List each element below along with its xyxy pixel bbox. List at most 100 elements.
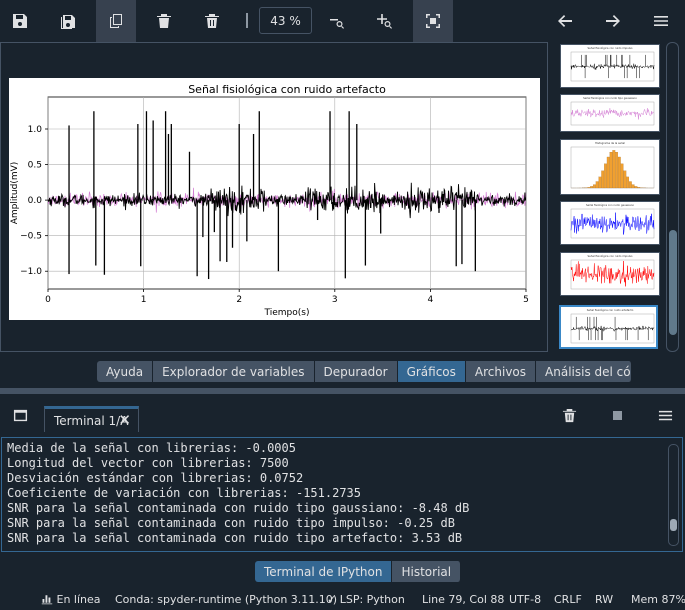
console-line: SNR para la señal contaminada con ruido … [7,531,463,545]
thumbnail-chart: Señal fisiológica con ruido tipo gaussia… [570,96,655,126]
x-tick-label: 3 [332,295,338,305]
console-output: Media de la señal con librerias: -0.0005… [7,441,657,546]
save-plot-button[interactable] [0,0,40,42]
console-line: SNR para la señal contaminada con ruido … [7,516,455,530]
arrow-right-icon [606,15,620,27]
pane-tab-bar: Ayuda Explorador de variables Depurador Grá… [97,361,633,382]
cursor-position: Line 79, Col 88 [422,593,505,606]
console-options-button[interactable] [653,403,677,427]
thumbnails-scrollbar-handle[interactable] [669,230,677,335]
lsp-status[interactable]: ✓ LSP: Python [327,593,405,606]
line-endings: CRLF [554,593,582,606]
tab-terminal-1a[interactable]: Terminal 1/A ✕ [44,406,139,432]
plot-thumbnail[interactable]: Señal fisiológica con ruido artefacto [559,305,658,349]
histogram-bar [595,181,599,189]
histogram-bar [623,170,627,189]
console-browse-tabs-button[interactable] [8,403,32,427]
thumbnails-scrollbar[interactable] [666,42,679,352]
remove-all-plots-button[interactable] [192,0,232,42]
connection-status: En línea [41,593,101,606]
x-tick-label: 1 [141,295,147,305]
zoom-level-field[interactable]: 43 % [259,7,312,34]
histogram-bar [631,184,635,189]
thumbnail-title: Señal fisiológica con ruido tipo gaussia… [583,96,637,100]
console-line: Desviación estándar con librerias: 0.075… [7,471,304,485]
tab-ayuda[interactable]: Ayuda [97,361,154,382]
hamburger-menu-icon [654,16,668,26]
plot-thumbnail[interactable]: Señal fisiológica con ruido impulso [560,252,660,296]
x-tick-label: 2 [236,295,242,305]
thumbnail-title: Histograma de la señal [595,141,625,145]
axes-frame [47,96,527,290]
plot-thumbnail[interactable]: Señal fisiológica con ruido impulso [560,44,660,88]
tab-historial[interactable]: Historial [392,561,462,582]
tab-analisis-del-codigo[interactable]: Análisis del código [536,361,633,382]
arrow-left-icon [558,15,572,27]
trash-icon [157,14,171,28]
console-line: Media de la señal con librerias: -0.0005 [7,441,296,455]
histogram-bar [626,176,629,189]
x-axis-label: Tiempo(s) [264,308,310,318]
zoom-in-button[interactable] [365,0,405,42]
fit-to-pane-icon [426,14,440,28]
tab-terminal-de-ipython[interactable]: Terminal de IPython [255,561,393,582]
next-plot-button[interactable] [593,0,633,42]
y-tick-label: −1.0 [20,267,42,277]
histogram-bar [615,152,618,189]
fit-plot-button[interactable] [413,0,453,42]
console-scrollbar[interactable] [668,444,679,546]
toolbar-separator [246,13,248,28]
thumbnail-title: Señal fisiológica con ruido artefacto [587,308,634,312]
tab-explorador-de-variables[interactable]: Explorador de variables [153,361,315,382]
conda-env-status[interactable]: Conda: spyder-runtime (Python 3.11.10) [115,593,337,606]
stop-icon [612,410,622,420]
console-header: Terminal 1/A ✕ [0,394,685,437]
tab-archivos[interactable]: Archivos [465,361,537,382]
previous-plot-button[interactable] [545,0,585,42]
thumbnail-chart: Histograma de la señal [570,141,655,189]
histogram-bar [634,186,638,189]
file-encoding: UTF-8 [509,593,542,606]
histogram-bar [609,152,613,189]
ipython-console[interactable]: Media de la señal con librerias: -0.0005… [1,437,683,552]
console-tab-bar: Terminal de IPython Historial [255,561,462,582]
y-tick-label: −0.5 [20,232,42,242]
remove-variables-button[interactable] [557,403,581,427]
console-line: SNR para la señal contaminada con ruido … [7,501,470,515]
plot-thumbnails: Señal fisiológica con ruido impulso Señal… [556,42,662,352]
console-scrollbar-handle[interactable] [670,519,677,531]
remove-plot-button[interactable] [144,0,184,42]
plot-thumbnail[interactable]: Histograma de la señal [560,139,660,195]
console-line: Longitud del vector con librerias: 7500 [7,456,289,470]
close-icon[interactable]: ✕ [118,411,131,429]
zoom-out-icon [330,19,344,29]
thumbnail-title: Señal fisiológica con ruido impulso [588,46,633,50]
tab-graficos[interactable]: Gráficos [397,361,466,382]
histogram-bar [598,176,602,189]
x-tick-label: 5 [523,295,529,305]
copy-plot-button[interactable] [96,0,136,42]
plot-thumbnail[interactable]: Señal fisiológica con ruido gaussiano [560,201,660,245]
plots-pane: Señal fisiológica con ruido artefacto 0 1 2… [0,42,685,354]
online-status-label: En línea [56,593,101,606]
thumbnail-chart: Señal fisiológica con ruido impulso [570,254,655,290]
interrupt-kernel-button[interactable] [605,403,629,427]
thumbnail-chart: Señal fisiológica con ruido artefacto [570,308,655,344]
save-all-plots-button[interactable] [48,0,88,42]
thumbnail-axes [570,259,655,290]
options-menu-button[interactable] [641,0,681,42]
thumbnail-chart: Señal fisiológica con ruido impulso [570,46,655,82]
copy-icon [110,14,122,28]
save-all-icon [61,15,75,29]
figure[interactable]: Señal fisiológica con ruido artefacto 0 1 2… [9,78,540,320]
lsp-status-label: LSP: Python [339,593,405,606]
plot-thumbnail[interactable]: Señal fisiológica con ruido tipo gaussia… [560,94,660,132]
thumbnail-series-line [570,63,655,70]
terminal-tab-label: Terminal 1/A [54,413,129,428]
histogram-bar [629,181,632,189]
histogram-bar [612,150,616,189]
zoom-out-button[interactable] [317,0,357,42]
tab-depurador[interactable]: Depurador [314,361,398,382]
console-line: Coeficiente de variación con librerias: … [7,486,362,500]
y-tick-label: 1.0 [28,125,43,135]
